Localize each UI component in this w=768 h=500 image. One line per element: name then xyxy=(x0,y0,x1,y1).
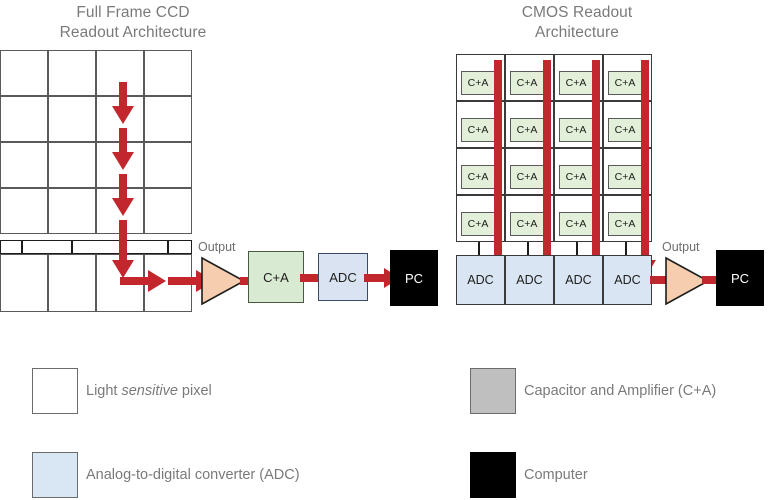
cmos-output-label: Output xyxy=(662,240,700,254)
legend-text-post: pixel xyxy=(177,383,212,399)
cmos-column-arrow xyxy=(585,60,607,278)
cmos-column-arrow xyxy=(536,60,558,278)
ccd-pixel xyxy=(48,188,96,234)
ccd-horizontal-arrow xyxy=(120,270,166,292)
ccd-readout-pixel xyxy=(48,254,96,312)
ccd-vertical-arrow xyxy=(112,128,134,170)
legend-label-computer: Computer xyxy=(524,467,588,483)
cmos-column-stub xyxy=(478,242,480,255)
cmos-computer-box[interactable]: PC xyxy=(716,250,764,306)
ccd-pixel xyxy=(48,142,96,188)
ccd-adc-box[interactable]: ADC xyxy=(318,253,368,301)
legend-text-pre: Light xyxy=(86,383,122,399)
ccd-pixel xyxy=(144,188,192,234)
legend-text-italic: sensitive xyxy=(121,383,178,399)
cmos-section-title: CMOS Readout Architecture xyxy=(521,4,633,41)
cmos-adc-box[interactable]: ADC xyxy=(505,255,554,305)
ccd-pixel xyxy=(144,142,192,188)
legend-swatch-light-sensitive-pixel xyxy=(32,368,78,414)
legend-label-analog-to-digital-converter: Analog-to-digital converter (ADC) xyxy=(86,467,300,483)
ccd-serial-register-cell xyxy=(22,240,72,254)
cmos-column-stub xyxy=(527,242,529,255)
ccd-capacitor-amplifier-box[interactable]: C+A xyxy=(248,251,304,303)
ccd-vertical-arrow xyxy=(112,82,134,124)
cmos-column-arrow xyxy=(634,60,656,278)
legend-swatch-computer xyxy=(470,452,516,498)
legend-label-light-sensitive-pixel: Light sensitive pixel xyxy=(86,383,212,399)
cmos-adc-box[interactable]: ADC xyxy=(603,255,652,305)
diagram-canvas: Full Frame CCD Readout Architecture CMOS… xyxy=(0,0,768,500)
legend-label-capacitor-and-amplifier: Capacitor and Amplifier (C+A) xyxy=(524,383,717,399)
cmos-adc-box[interactable]: ADC xyxy=(456,255,505,305)
ccd-computer-box[interactable]: PC xyxy=(390,250,438,306)
ccd-vertical-arrow xyxy=(112,174,134,216)
ccd-pixel xyxy=(0,96,48,142)
cmos-adc-box[interactable]: ADC xyxy=(554,255,603,305)
legend-swatch-analog-to-digital-converter xyxy=(32,452,78,498)
ccd-pixel xyxy=(0,50,48,96)
cmos-column-stub xyxy=(576,242,578,255)
ccd-serial-register-cell xyxy=(168,240,192,254)
ccd-pixel xyxy=(48,50,96,96)
ccd-pixel xyxy=(0,142,48,188)
legend-swatch-capacitor-and-amplifier xyxy=(470,368,516,414)
ccd-output-label: Output xyxy=(198,240,236,254)
ccd-pixel xyxy=(48,96,96,142)
cmos-column-stub xyxy=(625,242,627,255)
ccd-readout-pixel xyxy=(0,254,48,312)
ccd-pixel xyxy=(144,96,192,142)
cmos-column-arrow xyxy=(487,60,509,278)
ccd-section-title: Full Frame CCD Readout Architecture xyxy=(59,4,207,41)
ccd-pixel xyxy=(144,50,192,96)
ccd-serial-register-cell xyxy=(0,240,22,254)
ccd-pixel xyxy=(0,188,48,234)
